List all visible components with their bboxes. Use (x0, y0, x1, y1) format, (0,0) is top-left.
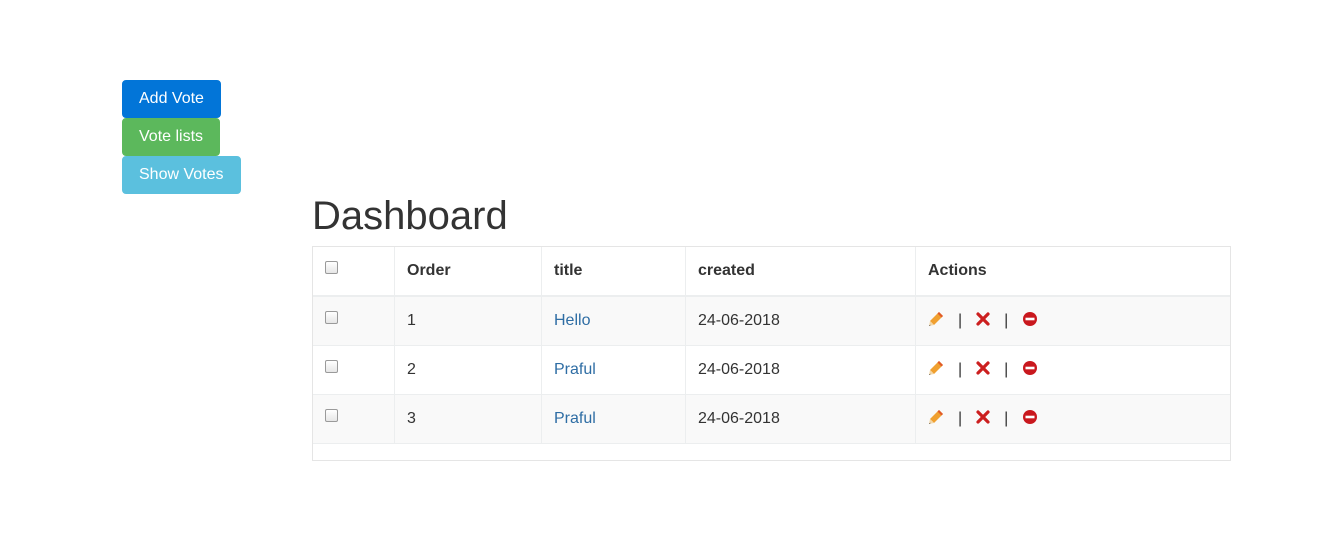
row-checkbox[interactable] (325, 409, 338, 423)
row-title-cell: Praful (541, 345, 686, 395)
show-votes-button[interactable]: Show Votes (122, 156, 241, 194)
action-separator: | (958, 312, 963, 329)
action-separator: | (958, 410, 963, 427)
row-title-link[interactable]: Praful (554, 410, 596, 427)
row-order: 3 (394, 394, 542, 444)
block-icon[interactable] (1022, 409, 1038, 430)
table-row: 3 Praful 24-06-2018 | | (313, 394, 1230, 444)
table-header-row: Order title created Actions (313, 247, 1230, 297)
delete-x-icon[interactable] (976, 360, 990, 380)
row-checkbox[interactable] (325, 360, 338, 374)
row-actions: | | (915, 394, 1230, 444)
action-separator: | (1004, 312, 1009, 329)
row-created: 24-06-2018 (685, 394, 916, 444)
table-row: 1 Hello 24-06-2018 | | (313, 295, 1230, 346)
block-icon[interactable] (1022, 360, 1038, 381)
pencil-icon[interactable] (928, 360, 944, 381)
pencil-icon[interactable] (928, 409, 944, 430)
row-title-link[interactable]: Hello (554, 312, 590, 329)
side-button-group: Add Vote Vote lists Show Votes (122, 80, 241, 194)
row-order: 1 (394, 295, 542, 346)
header-order: Order (394, 247, 542, 297)
header-actions: Actions (915, 247, 1230, 297)
row-actions: | | (915, 345, 1230, 395)
header-select-all-cell (313, 247, 395, 297)
row-order: 2 (394, 345, 542, 395)
row-created: 24-06-2018 (685, 295, 916, 346)
row-select-cell (313, 345, 395, 395)
header-created: created (685, 247, 916, 297)
action-separator: | (1004, 361, 1009, 378)
select-all-checkbox[interactable] (325, 261, 338, 275)
row-select-cell (313, 394, 395, 444)
block-icon[interactable] (1022, 311, 1038, 332)
row-actions: | | (915, 295, 1230, 346)
add-vote-button[interactable]: Add Vote (122, 80, 221, 118)
page-title: Dashboard (312, 194, 508, 238)
table-row: 2 Praful 24-06-2018 | | (313, 345, 1230, 395)
row-title-cell: Praful (541, 394, 686, 444)
row-checkbox[interactable] (325, 311, 338, 325)
action-separator: | (958, 361, 963, 378)
action-separator: | (1004, 410, 1009, 427)
votes-table-container: Order title created Actions 1 Hello 24-0… (312, 246, 1231, 461)
row-created: 24-06-2018 (685, 345, 916, 395)
row-title-cell: Hello (541, 295, 686, 346)
votes-table: Order title created Actions 1 Hello 24-0… (313, 247, 1230, 444)
delete-x-icon[interactable] (976, 409, 990, 429)
row-title-link[interactable]: Praful (554, 361, 596, 378)
pencil-icon[interactable] (928, 311, 944, 332)
page: Add Vote Vote lists Show Votes Dashboard… (0, 0, 1340, 539)
row-select-cell (313, 295, 395, 346)
header-title: title (541, 247, 686, 297)
vote-lists-button[interactable]: Vote lists (122, 118, 220, 156)
delete-x-icon[interactable] (976, 311, 990, 331)
